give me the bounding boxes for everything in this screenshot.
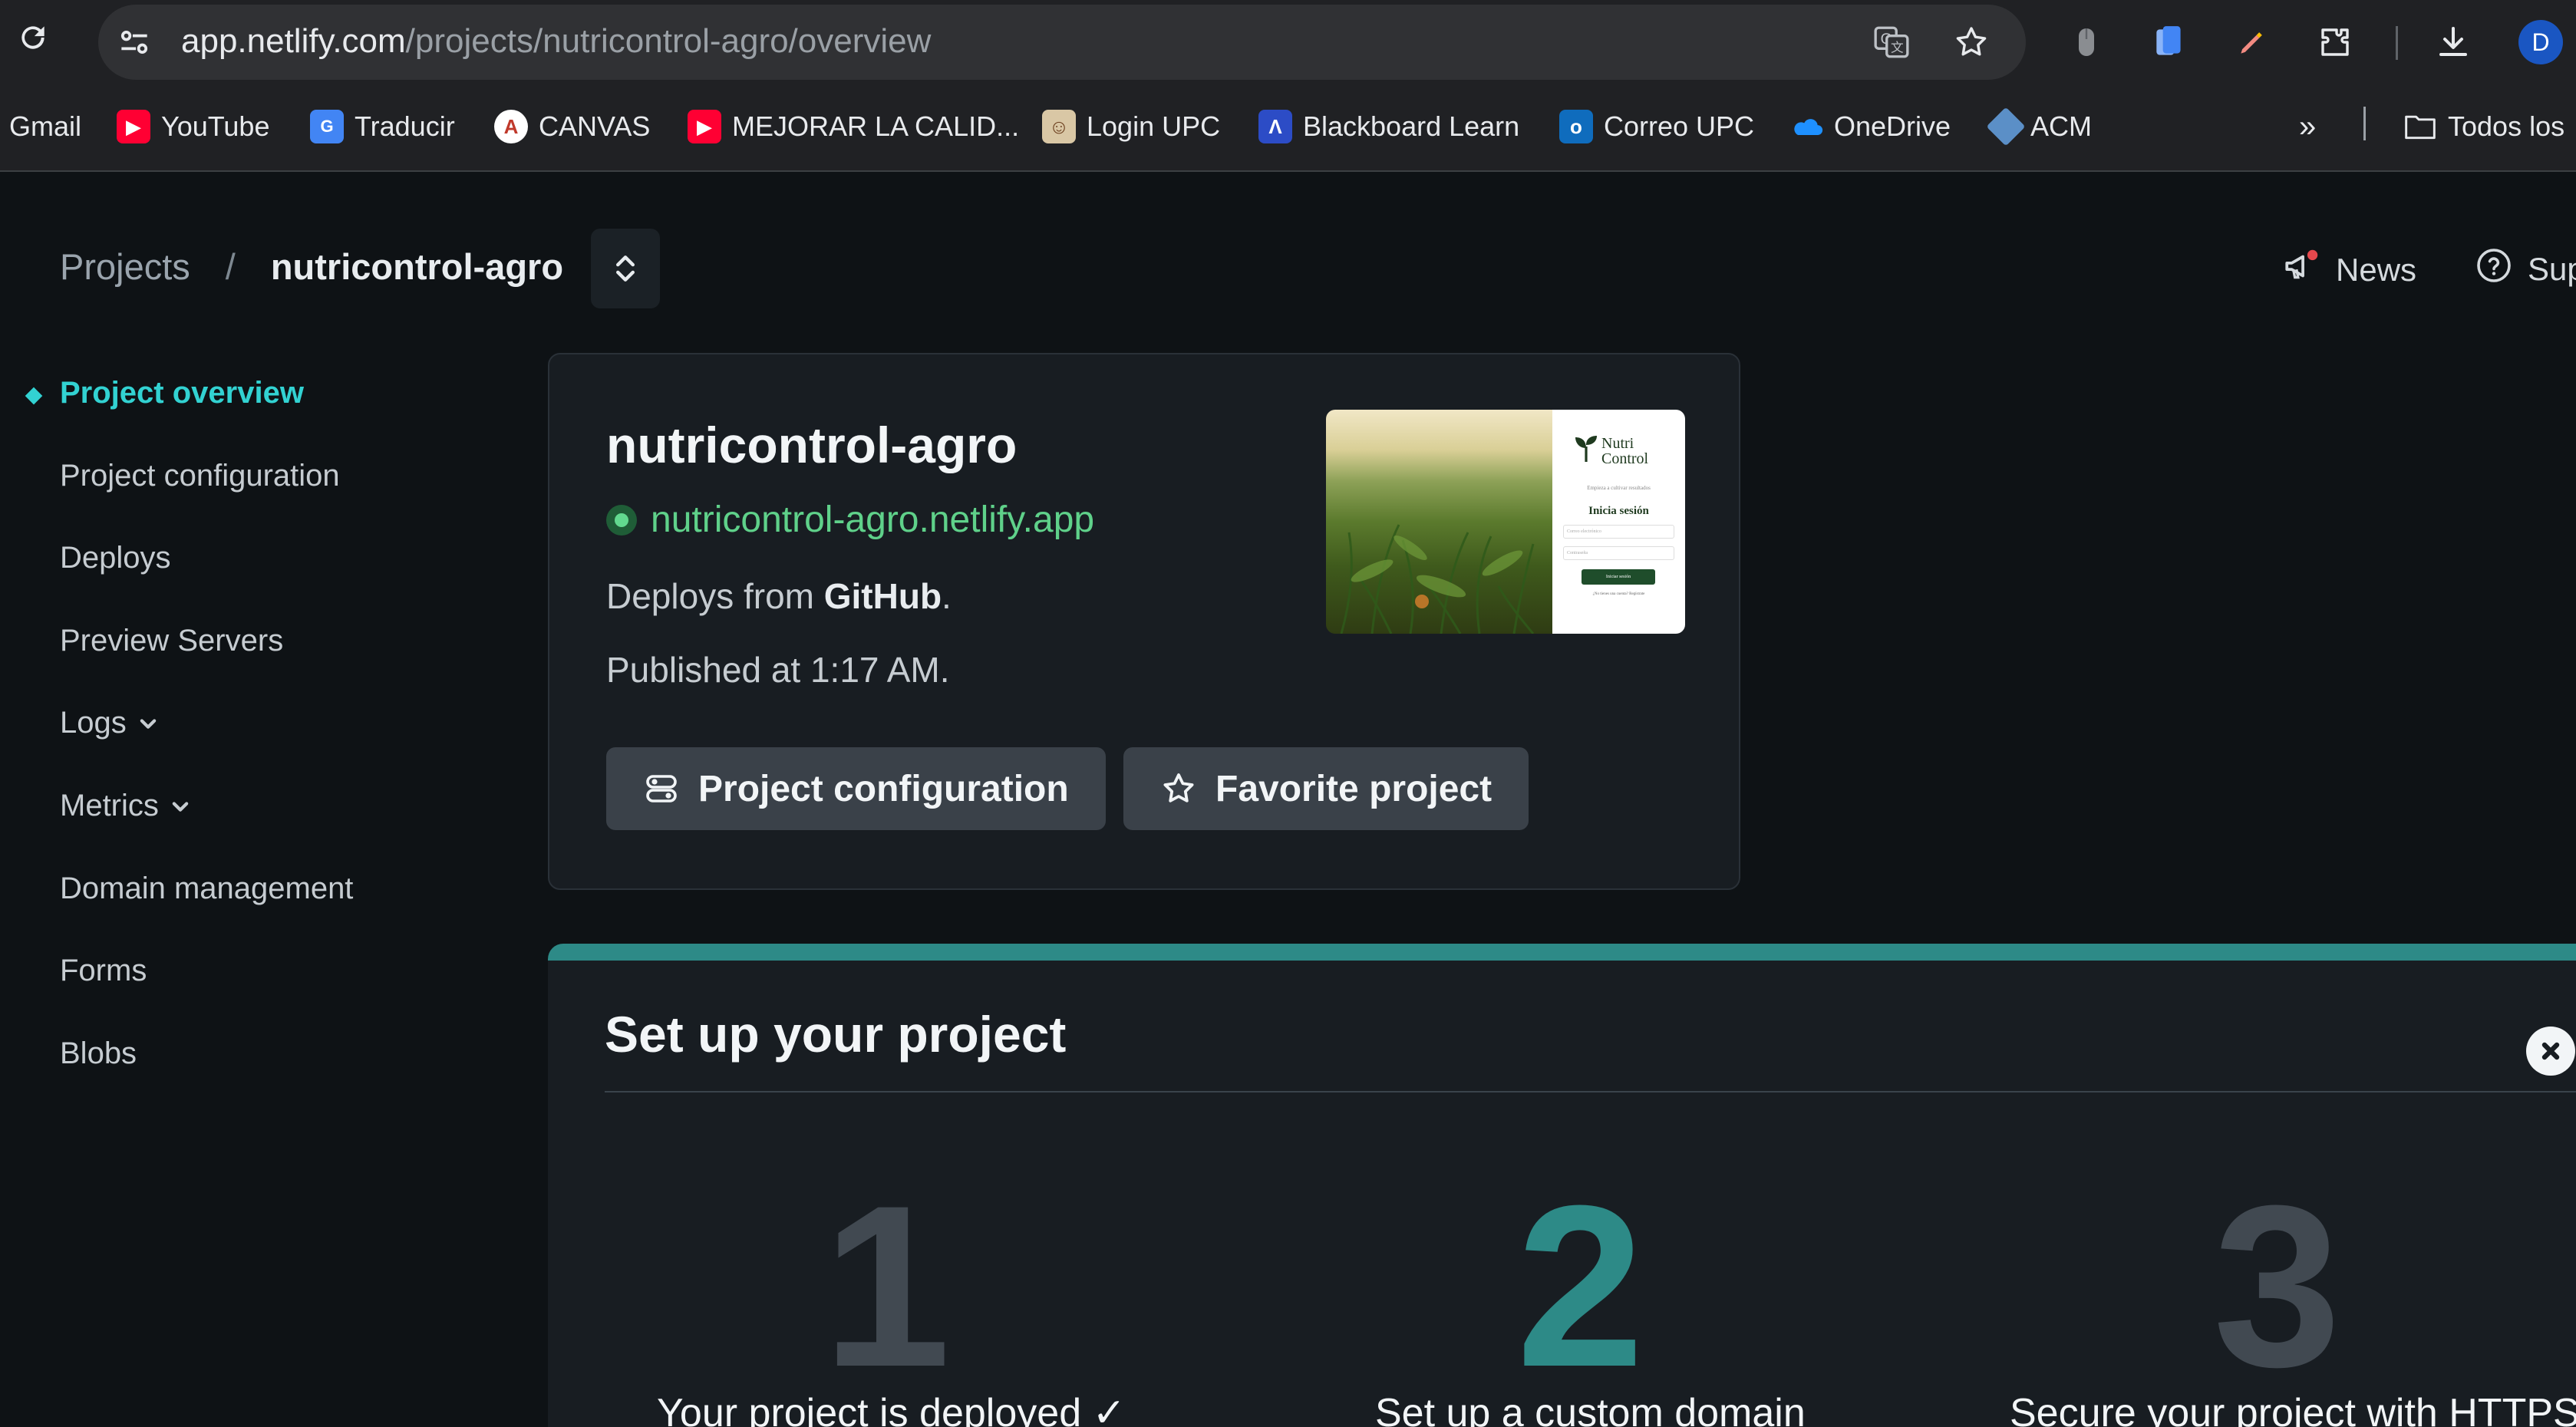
sidebar-item-preview-servers[interactable]: Preview Servers [60, 624, 283, 658]
active-indicator [25, 387, 43, 405]
svg-text:文: 文 [1891, 41, 1904, 55]
bookmark-canvas[interactable]: A CANVAS [494, 105, 650, 148]
breadcrumb-projects-link[interactable]: Projects [60, 246, 190, 288]
support-button[interactable]: Sup [2475, 247, 2576, 292]
sidebar-item-project-configuration[interactable]: Project configuration [60, 459, 340, 493]
netlify-app: Projects / nutricontrol-agro News Sup Pr… [0, 173, 2576, 1427]
favorite-project-button[interactable]: Favorite project [1123, 747, 1529, 830]
setup-divider [605, 1091, 2576, 1092]
sprout-logo-icon [1575, 436, 1597, 462]
toolbar-separator [2396, 26, 2398, 60]
megaphone-icon [2282, 247, 2320, 293]
folder-icon [2403, 110, 2437, 143]
news-button[interactable]: News [2282, 247, 2416, 293]
bookmark-traducir[interactable]: G Traducir [310, 105, 455, 148]
step-3-number: 3 [2213, 1157, 2341, 1415]
step-3-label[interactable]: Secure your project with HTTPS [2010, 1390, 2576, 1427]
onedrive-icon [1789, 110, 1823, 143]
outlook-icon: o [1559, 110, 1593, 143]
youtube-icon: ▶ [117, 110, 150, 143]
bookmark-acm[interactable]: ACM [1986, 105, 2092, 148]
extension-color-picker-icon[interactable] [2230, 20, 2274, 64]
breadcrumb-separator: / [225, 246, 236, 287]
setup-project-panel: Set up your project 1 Your project is de… [548, 944, 2576, 1427]
extension-docs-icon[interactable] [2147, 20, 2192, 64]
bookmark-onedrive[interactable]: OneDrive [1789, 105, 1951, 148]
toggles-icon [646, 775, 677, 802]
cornfield-photo [1326, 410, 1552, 634]
chevron-down-icon [140, 718, 157, 729]
sidebar-item-logs[interactable]: Logs [60, 706, 159, 740]
setup-title: Set up your project [605, 1006, 1067, 1063]
step-1-number: 1 [823, 1157, 951, 1415]
url-text[interactable]: app.netlify.com/projects/nutricontrol-ag… [181, 18, 931, 64]
login-form-preview: Nutri Control Empieza a cultivar resulta… [1552, 410, 1685, 634]
bookmarks-bar: Gmail ▶ YouTube G Traducir A CANVAS ▶ ME… [0, 82, 2576, 172]
step-2-number: 2 [1516, 1157, 1644, 1415]
project-overview-card: nutricontrol-agro nutricontrol-agro.netl… [548, 353, 1740, 890]
step-2-label[interactable]: Set up a custom domain [1375, 1390, 1806, 1427]
star-icon [1163, 773, 1194, 802]
blackboard-icon: Λ [1258, 110, 1292, 143]
reload-icon[interactable] [14, 18, 52, 57]
published-time: Published at 1:17 AM. [606, 650, 950, 690]
step-1-label: Your project is deployed ✓ [657, 1391, 1126, 1427]
sidebar-item-domain-management[interactable]: Domain management [60, 872, 353, 906]
bookmarks-separator [2363, 107, 2366, 140]
translate-icon: G [310, 110, 344, 143]
sidebar-item-forms[interactable]: Forms [60, 954, 147, 988]
sidebar-item-deploys[interactable]: Deploys [60, 541, 171, 575]
project-switcher-button[interactable] [591, 229, 660, 308]
help-circle-icon [2475, 247, 2512, 292]
extensions-puzzle-icon[interactable] [2313, 20, 2357, 64]
deploy-source: Deploys from GitHub. [606, 576, 952, 616]
project-name: nutricontrol-agro [606, 417, 1018, 473]
bookmark-gmail[interactable]: Gmail [9, 105, 81, 148]
translate-page-icon[interactable]: G文 [1871, 21, 1912, 63]
breadcrumb: Projects / nutricontrol-agro [60, 246, 563, 288]
bookmark-correo-upc[interactable]: o Correo UPC [1559, 105, 1754, 148]
sidebar-item-project-overview[interactable]: Project overview [60, 376, 304, 410]
extension-mouse-icon[interactable] [2064, 20, 2109, 64]
site-info-icon[interactable] [115, 23, 153, 61]
project-configuration-button[interactable]: Project configuration [606, 747, 1106, 830]
upc-icon: ☺ [1042, 110, 1076, 143]
youtube-icon: ▶ [688, 110, 721, 143]
bookmark-youtube[interactable]: ▶ YouTube [117, 105, 269, 148]
breadcrumb-current-project: nutricontrol-agro [270, 246, 564, 287]
profile-avatar[interactable]: D [2518, 20, 2563, 64]
bookmark-mejorar[interactable]: ▶ MEJORAR LA CALID... [688, 105, 1019, 148]
all-bookmarks-folder[interactable]: Todos los [2403, 105, 2564, 148]
more-bookmarks-button[interactable]: » [2299, 105, 2316, 148]
chevron-up-down-icon [616, 255, 635, 282]
bookmark-blackboard[interactable]: Λ Blackboard Learn [1258, 105, 1519, 148]
acm-icon [1986, 107, 2026, 147]
bookmark-login-upc[interactable]: ☺ Login UPC [1042, 105, 1220, 148]
canvas-icon: A [494, 110, 528, 143]
chevron-down-icon [172, 801, 189, 812]
site-preview-thumbnail[interactable]: Nutri Control Empieza a cultivar resulta… [1326, 410, 1685, 634]
bookmark-star-icon[interactable] [1951, 21, 1992, 63]
browser-toolbar: app.netlify.com/projects/nutricontrol-ag… [0, 0, 2576, 82]
close-icon[interactable] [2526, 1027, 2575, 1076]
status-dot-icon [606, 504, 637, 536]
site-url-link[interactable]: nutricontrol-agro.netlify.app [606, 499, 1094, 541]
sidebar-item-metrics[interactable]: Metrics [60, 789, 191, 823]
download-icon[interactable] [2431, 20, 2475, 64]
sidebar-item-blobs[interactable]: Blobs [60, 1036, 137, 1071]
